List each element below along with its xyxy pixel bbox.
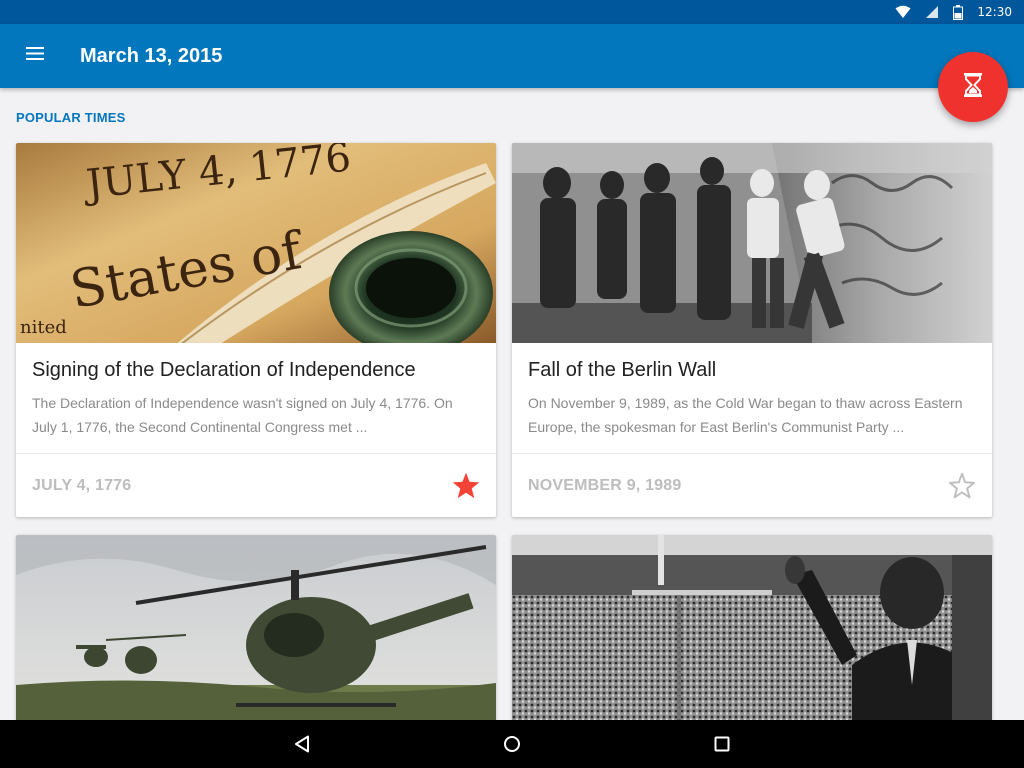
march-speech-image bbox=[512, 535, 992, 735]
event-card[interactable]: Fall of the Berlin Wall On November 9, 1… bbox=[512, 143, 992, 517]
berlin-wall-image bbox=[512, 143, 992, 343]
menu-button[interactable] bbox=[0, 24, 70, 88]
home-button[interactable] bbox=[492, 724, 532, 764]
declaration-image: JULY 4, 1776 States of nited bbox=[16, 143, 496, 343]
recents-button[interactable] bbox=[702, 724, 742, 764]
wifi-icon bbox=[895, 5, 911, 19]
star-filled-icon bbox=[452, 472, 480, 499]
card-footer: JULY 4, 1776 bbox=[16, 453, 496, 517]
card-title: Fall of the Berlin Wall bbox=[528, 359, 717, 381]
favorite-button[interactable] bbox=[450, 470, 482, 502]
back-button[interactable] bbox=[282, 724, 322, 764]
section-header: POPULAR TIMES bbox=[16, 110, 126, 125]
signal-icon bbox=[925, 5, 939, 19]
battery-icon bbox=[953, 4, 964, 20]
helicopters-image bbox=[16, 535, 496, 735]
app-bar: March 13, 2015 bbox=[0, 24, 1024, 88]
status-bar: 12:30 bbox=[0, 0, 1024, 24]
home-icon bbox=[504, 736, 520, 752]
card-footer: NOVEMBER 9, 1989 bbox=[512, 453, 992, 517]
event-card[interactable]: JULY 4, 1776 States of nited Signing of … bbox=[16, 143, 496, 517]
favorite-button[interactable] bbox=[946, 470, 978, 502]
star-outline-icon bbox=[948, 472, 976, 499]
recents-icon bbox=[714, 736, 730, 752]
card-date: JULY 4, 1776 bbox=[32, 476, 132, 494]
system-nav-bar bbox=[0, 720, 1024, 768]
hourglass-icon bbox=[963, 72, 983, 102]
hourglass-fab-button[interactable] bbox=[938, 52, 1008, 122]
status-time: 12:30 bbox=[977, 5, 1012, 19]
menu-icon bbox=[26, 47, 44, 65]
page-title: March 13, 2015 bbox=[80, 44, 223, 67]
event-card[interactable] bbox=[512, 535, 992, 735]
card-title: Signing of the Declaration of Independen… bbox=[32, 359, 416, 381]
card-date: NOVEMBER 9, 1989 bbox=[528, 476, 682, 494]
back-icon bbox=[295, 735, 309, 753]
card-description: The Declaration of Independence wasn't s… bbox=[32, 395, 453, 435]
image-text-united: nited bbox=[20, 317, 67, 338]
card-description: On November 9, 1989, as the Cold War beg… bbox=[528, 395, 963, 435]
event-card[interactable] bbox=[16, 535, 496, 735]
